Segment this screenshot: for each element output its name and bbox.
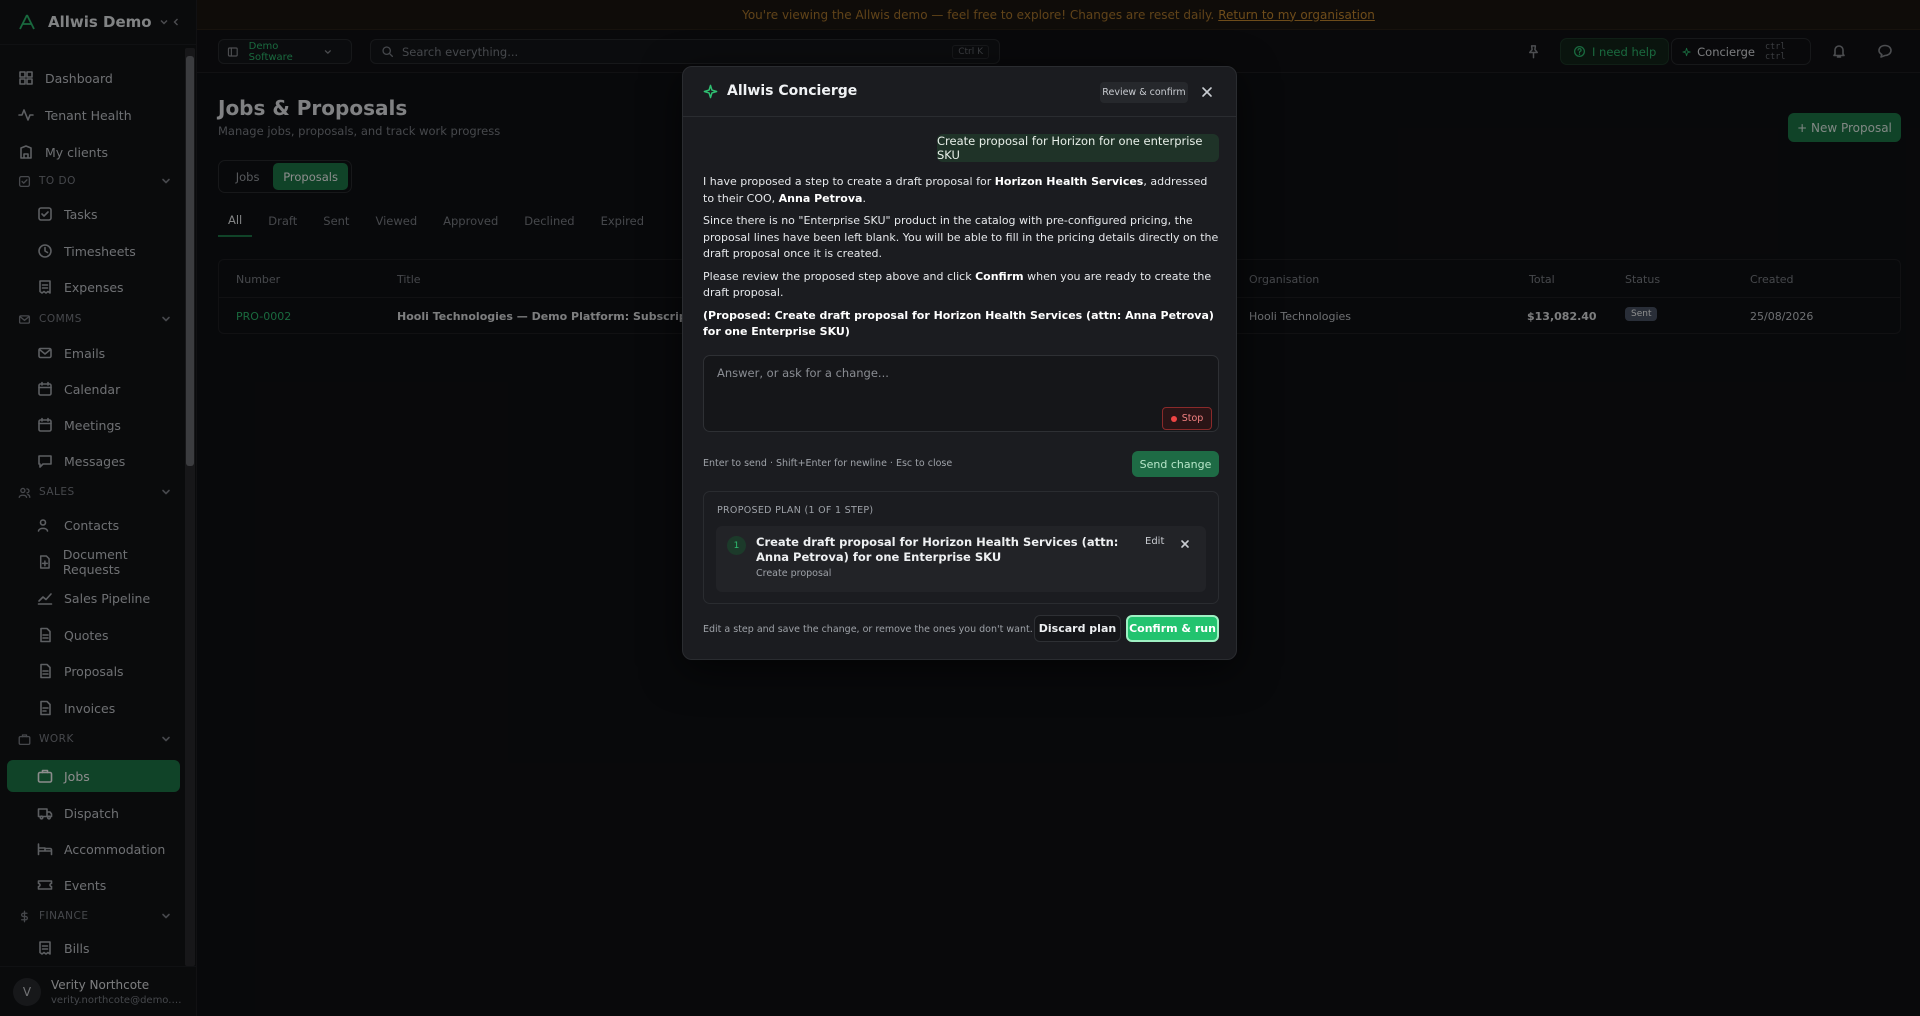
bold-text: Anna Petrova [778,191,863,205]
message-paragraph: Since there is no "Enterprise SKU" produ… [703,214,1219,260]
bold-text: Confirm [975,269,1024,283]
keyboard-hint: Enter to send · Shift+Enter for newline … [703,458,953,469]
plan-header: PROPOSED PLAN (1 OF 1 STEP) [717,505,874,516]
step-number: 1 [727,536,746,555]
stop-button[interactable]: Stop [1162,407,1212,430]
sparkle-icon [703,84,718,99]
modal-header: Allwis Concierge Review & confirm [683,67,1236,117]
plan-hint: Edit a step and save the change, or remo… [703,624,1033,635]
text-span: Please review the proposed step above an… [703,269,976,283]
review-confirm-badge: Review & confirm [1100,82,1188,103]
user-message: Create proposal for Horizon for one ente… [937,134,1219,162]
message-paragraph: (Proposed: Create draft proposal for Hor… [703,308,1214,339]
send-change-button[interactable]: Send change [1132,451,1219,477]
modal-title: Allwis Concierge [727,83,858,99]
text-span: I have proposed a step to create a draft… [703,175,995,188]
step-title: Create draft proposal for Horizon Health… [756,535,1119,564]
assistant-message: I have proposed a step to create a draft… [703,174,1219,347]
step-action: Create proposal [756,568,832,579]
proposed-plan: PROPOSED PLAN (1 OF 1 STEP) 1 Create dra… [703,491,1219,604]
text-span: . [862,191,866,205]
message-paragraph: I have proposed a step to create a draft… [703,174,1219,207]
stop-dot-icon [1170,415,1177,422]
reply-input[interactable] [704,356,1218,431]
close-icon[interactable] [1200,85,1214,99]
plan-step: 1 Create draft proposal for Horizon Heal… [716,526,1206,592]
edit-step-button[interactable]: Edit [1145,536,1164,547]
bold-text: Horizon Health Services [994,175,1144,188]
message-paragraph: Please review the proposed step above an… [703,269,1219,302]
discard-plan-button[interactable]: Discard plan [1034,615,1121,642]
reply-box: Stop [703,355,1219,432]
stop-label: Stop [1181,413,1204,424]
concierge-modal: Allwis Concierge Review & confirm Create… [682,66,1237,660]
remove-step-icon[interactable] [1179,538,1191,550]
confirm-run-button[interactable]: Confirm & run [1126,615,1219,642]
